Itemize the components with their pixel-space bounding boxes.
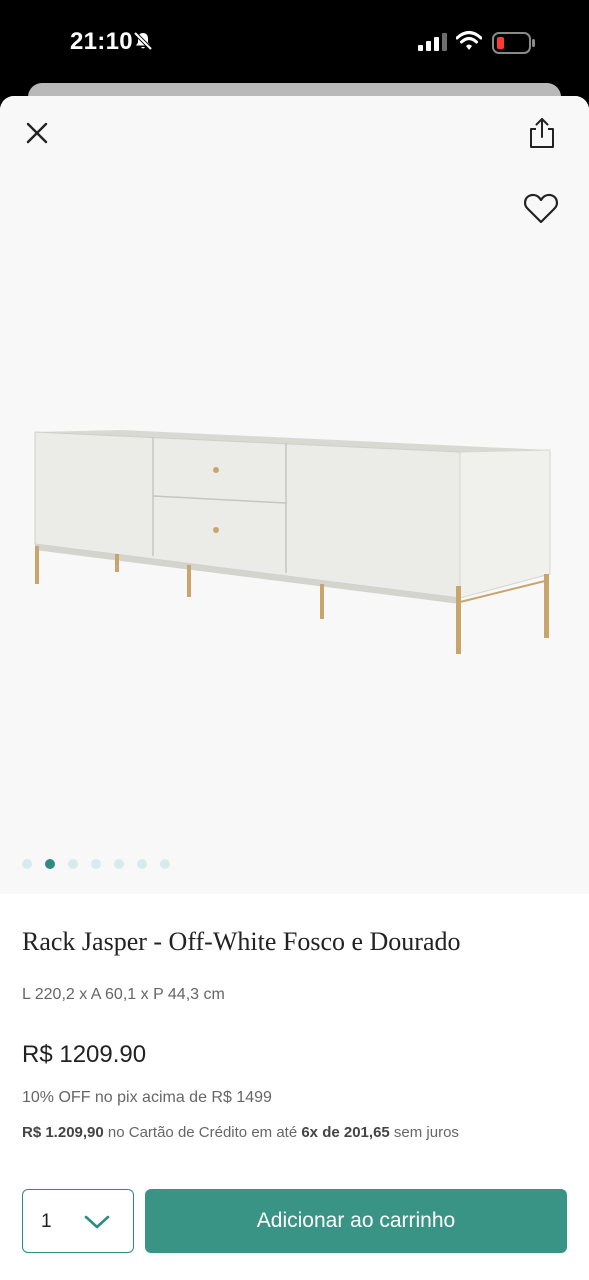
product-image: [34, 430, 551, 654]
product-sheet: Rack Jasper - Off-White Fosco e Dourado …: [0, 96, 589, 1280]
installments-info: R$ 1.209,90 no Cartão de Crédito em até …: [22, 1124, 459, 1141]
add-to-cart-button[interactable]: Adicionar ao carrinho: [145, 1189, 567, 1253]
carousel-dot[interactable]: [137, 859, 147, 869]
carousel-dot[interactable]: [22, 859, 32, 869]
pix-offer: 10% OFF no pix acima de R$ 1499: [22, 1089, 272, 1106]
product-price: R$ 1209.90: [22, 1041, 147, 1068]
carousel-dot[interactable]: [160, 859, 170, 869]
carousel-dot[interactable]: [91, 859, 101, 869]
carousel-dot-active[interactable]: [45, 859, 55, 869]
status-time: 21:10: [70, 28, 133, 55]
installments-plan: 6x de 201,65: [301, 1124, 390, 1141]
battery-low-icon: [492, 32, 535, 54]
close-icon[interactable]: [20, 116, 54, 150]
signal-icon: [418, 33, 447, 51]
product-gallery[interactable]: [0, 96, 589, 894]
wifi-icon: [456, 31, 482, 50]
quantity-select[interactable]: 1: [22, 1189, 134, 1253]
bell-slash-icon: [133, 31, 153, 51]
installments-middle: no Cartão de Crédito em até: [103, 1124, 302, 1141]
chevron-down-icon: [84, 1215, 110, 1229]
heart-icon[interactable]: [522, 190, 560, 226]
status-bar: 21:10: [0, 0, 589, 84]
carousel-dots: [22, 859, 170, 869]
installments-suffix: sem juros: [389, 1124, 459, 1141]
product-dimensions: L 220,2 x A 60,1 x P 44,3 cm: [22, 986, 225, 1003]
product-title: Rack Jasper - Off-White Fosco e Dourado: [22, 927, 461, 956]
carousel-dot[interactable]: [114, 859, 124, 869]
quantity-value: 1: [41, 1211, 52, 1232]
share-icon[interactable]: [524, 116, 560, 150]
installments-total: R$ 1.209,90: [22, 1124, 104, 1141]
carousel-dot[interactable]: [68, 859, 78, 869]
